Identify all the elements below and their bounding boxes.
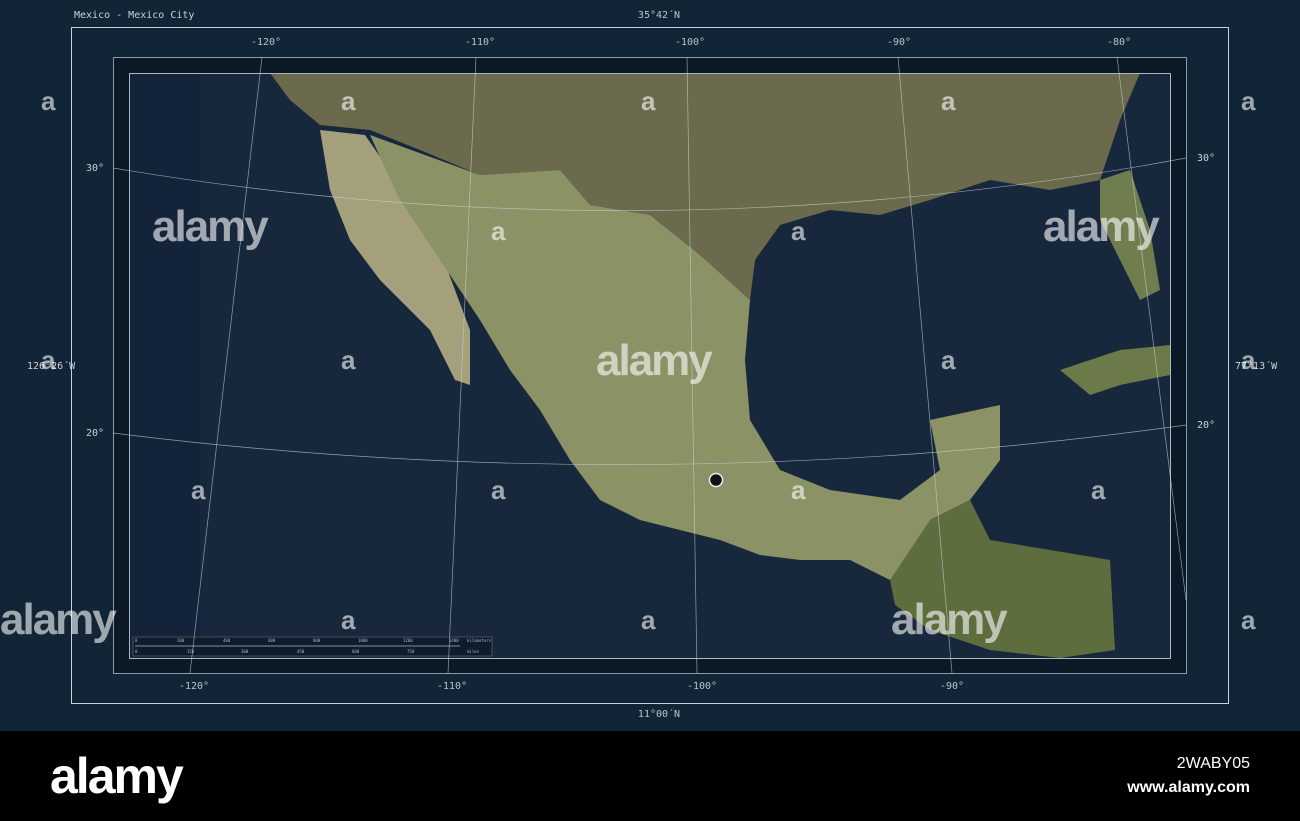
watermark: a — [641, 605, 656, 635]
watermark: a — [791, 216, 806, 246]
lon-tick-bottom: -100° — [686, 681, 718, 692]
scale-mi-tick: 0 — [135, 649, 138, 654]
scale-bar: 0 200 400 600 800 1000 1200 1400 kilomet… — [133, 638, 493, 656]
lat-tick-right: 20° — [1197, 420, 1216, 431]
watermark: a — [491, 475, 506, 505]
watermark: a — [41, 345, 56, 375]
watermark: a — [941, 86, 956, 116]
lon-tick-top: -100° — [674, 37, 706, 48]
deep-ocean — [129, 73, 200, 658]
lat-tick-right: 30° — [1197, 153, 1216, 164]
watermark: a — [1091, 475, 1106, 505]
lon-tick-top: -110° — [464, 37, 496, 48]
scale-km-tick: 800 — [313, 638, 321, 643]
lon-tick-bottom: -110° — [436, 681, 468, 692]
stock-banner: alamy 2WABY05 www.alamy.com — [0, 731, 1300, 821]
watermark: alamy — [1043, 202, 1160, 251]
scale-km-tick: 200 — [177, 638, 185, 643]
scale-km-tick: 0 — [135, 638, 138, 643]
watermark: a — [791, 475, 806, 505]
watermark: a — [1241, 605, 1256, 635]
watermark: a — [41, 86, 56, 116]
watermark: a — [941, 345, 956, 375]
scale-km-unit: kilometers — [467, 638, 492, 643]
scale-mi-unit: miles — [467, 649, 480, 654]
alamy-url[interactable]: www.alamy.com — [1127, 779, 1250, 797]
lon-tick-bottom: -90° — [939, 681, 965, 692]
watermark: alamy — [152, 202, 269, 251]
scale-km-tick: 1400 — [449, 638, 459, 643]
watermark: a — [191, 475, 206, 505]
watermark: a — [491, 216, 506, 246]
lon-tick-bottom: -120° — [178, 681, 210, 692]
lon-tick-top: -90° — [886, 37, 912, 48]
lon-tick-top: -120° — [250, 37, 282, 48]
scale-km-tick: 1200 — [403, 638, 413, 643]
watermark: a — [1241, 345, 1256, 375]
watermark: a — [341, 605, 356, 635]
scale-km-tick: 600 — [268, 638, 276, 643]
watermark: alamy — [596, 336, 713, 385]
watermark: a — [341, 345, 356, 375]
scale-mi-tick: 600 — [352, 649, 360, 654]
mexico-city-marker — [708, 472, 724, 488]
watermark: alamy — [891, 595, 1008, 644]
watermark: a — [1241, 86, 1256, 116]
scale-km-tick: 400 — [223, 638, 231, 643]
watermark: a — [341, 86, 356, 116]
watermark: alamy — [0, 595, 117, 644]
map-figure: Mexico - Mexico City 35°42´N 11°00´N 126… — [0, 0, 1300, 731]
watermark: a — [641, 86, 656, 116]
lat-tick-left: 30° — [86, 163, 105, 174]
scale-mi-tick: 450 — [297, 649, 305, 654]
alamy-logo: alamy — [50, 748, 184, 804]
scale-km-tick: 1000 — [358, 638, 368, 643]
scale-mi-tick: 750 — [407, 649, 415, 654]
image-id: 2WABY05 — [1176, 755, 1250, 772]
lat-tick-left: 20° — [86, 428, 105, 439]
scale-mi-tick: 150 — [187, 649, 195, 654]
lon-tick-top: -80° — [1106, 37, 1132, 48]
scale-mi-tick: 300 — [241, 649, 249, 654]
